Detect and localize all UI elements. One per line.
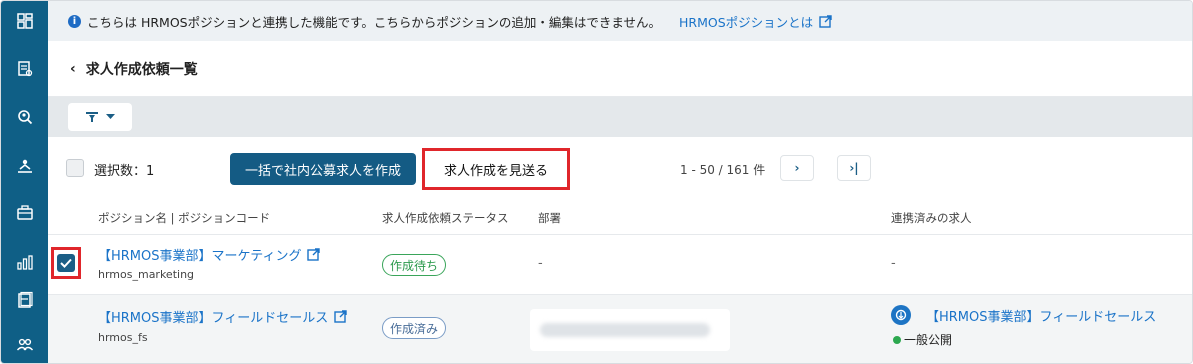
position-name[interactable]: 【HRMOS事業部】マーケティング bbox=[98, 245, 301, 264]
column-position: ポジション名 | ポジションコード bbox=[98, 211, 271, 225]
position-code: hrmos_fs bbox=[98, 331, 148, 344]
back-chevron-icon[interactable]: ‹ bbox=[70, 61, 76, 77]
department-redacted bbox=[530, 309, 730, 351]
select-all-checkbox[interactable] bbox=[66, 159, 84, 177]
info-message: こちらは HRMOSポジションと連携した機能です。こちらからポジションの追加・編… bbox=[87, 14, 661, 30]
table-header: ポジション名 | ポジションコード 求人作成依頼ステータス 部署 連携済みの求人 bbox=[48, 197, 1192, 235]
recruit-icon[interactable] bbox=[1, 151, 48, 181]
public-status-dot bbox=[893, 336, 901, 344]
table-row: 【HRMOS事業部】マーケティング hrmos_marketing 作成待ち -… bbox=[48, 235, 1192, 295]
bulk-create-button[interactable]: 一括で社内公募求人を作成 bbox=[230, 153, 416, 185]
documents-icon[interactable] bbox=[1, 285, 48, 315]
column-linked-job: 連携済みの求人 bbox=[891, 211, 972, 225]
action-toolbar: 選択数：1 一括で社内公募求人を作成 求人作成を見送る 1 - 50 / 161… bbox=[48, 137, 1192, 197]
filter-button[interactable] bbox=[68, 103, 132, 131]
users-icon[interactable] bbox=[1, 329, 48, 359]
external-link-icon bbox=[819, 14, 832, 28]
next-page-button[interactable]: › bbox=[780, 155, 814, 181]
sidebar bbox=[1, 1, 48, 363]
page-header: ‹ 求人作成依頼一覧 bbox=[48, 41, 1192, 97]
highlight-box-checkbox bbox=[51, 247, 81, 279]
dashboard-icon[interactable] bbox=[1, 6, 48, 36]
filter-icon bbox=[85, 112, 98, 122]
department-value: - bbox=[538, 256, 543, 271]
position-name-link[interactable]: 【HRMOS事業部】マーケティング bbox=[98, 245, 321, 264]
public-status: 一般公開 bbox=[904, 333, 953, 347]
info-banner: i こちらは HRMOSポジションと連携した機能です。こちらからポジションの追加… bbox=[48, 1, 1192, 41]
search-candidate-icon[interactable] bbox=[1, 102, 48, 132]
pagination-text: 1 - 50 / 161 件 bbox=[680, 163, 766, 177]
last-page-button[interactable]: ›| bbox=[837, 155, 871, 181]
job-list-icon[interactable] bbox=[1, 54, 48, 84]
selected-count: 選択数：1 bbox=[94, 164, 155, 179]
external-link-icon[interactable] bbox=[307, 248, 321, 261]
column-status: 求人作成依頼ステータス bbox=[382, 211, 509, 225]
status-badge: 作成待ち bbox=[382, 254, 447, 276]
page-title: 求人作成依頼一覧 bbox=[85, 61, 198, 78]
status-badge: 作成済み bbox=[382, 317, 447, 339]
hrmos-logo-icon bbox=[891, 305, 911, 325]
hrmos-position-link[interactable]: HRMOSポジションとは bbox=[679, 12, 832, 31]
highlight-box-skip: 求人作成を見送る bbox=[422, 148, 570, 190]
position-code: hrmos_marketing bbox=[98, 268, 195, 281]
linked-job-link[interactable]: 【HRMOS事業部】フィールドセールス bbox=[926, 306, 1156, 325]
info-icon: i bbox=[68, 14, 81, 28]
position-name-link[interactable]: 【HRMOS事業部】フィールドセールス bbox=[98, 307, 347, 326]
table-row: 【HRMOS事業部】フィールドセールス hrmos_fs 作成済み 【HRMOS… bbox=[48, 295, 1192, 363]
position-name[interactable]: 【HRMOS事業部】フィールドセールス bbox=[98, 307, 328, 326]
filter-bar bbox=[48, 97, 1192, 137]
briefcase-icon[interactable] bbox=[1, 198, 48, 228]
app-window: i こちらは HRMOSポジションと連携した機能です。こちらからポジションの追加… bbox=[0, 0, 1193, 364]
chevron-down-icon bbox=[105, 114, 115, 119]
external-link-icon[interactable] bbox=[334, 310, 347, 323]
check-icon bbox=[60, 258, 72, 268]
skip-creation-button[interactable]: 求人作成を見送る bbox=[428, 154, 564, 184]
info-link-label[interactable]: HRMOSポジションとは bbox=[679, 12, 813, 31]
linked-job-value: - bbox=[891, 256, 896, 271]
analytics-icon[interactable] bbox=[1, 247, 48, 277]
column-department: 部署 bbox=[538, 211, 561, 225]
row-checkbox[interactable] bbox=[57, 254, 75, 272]
